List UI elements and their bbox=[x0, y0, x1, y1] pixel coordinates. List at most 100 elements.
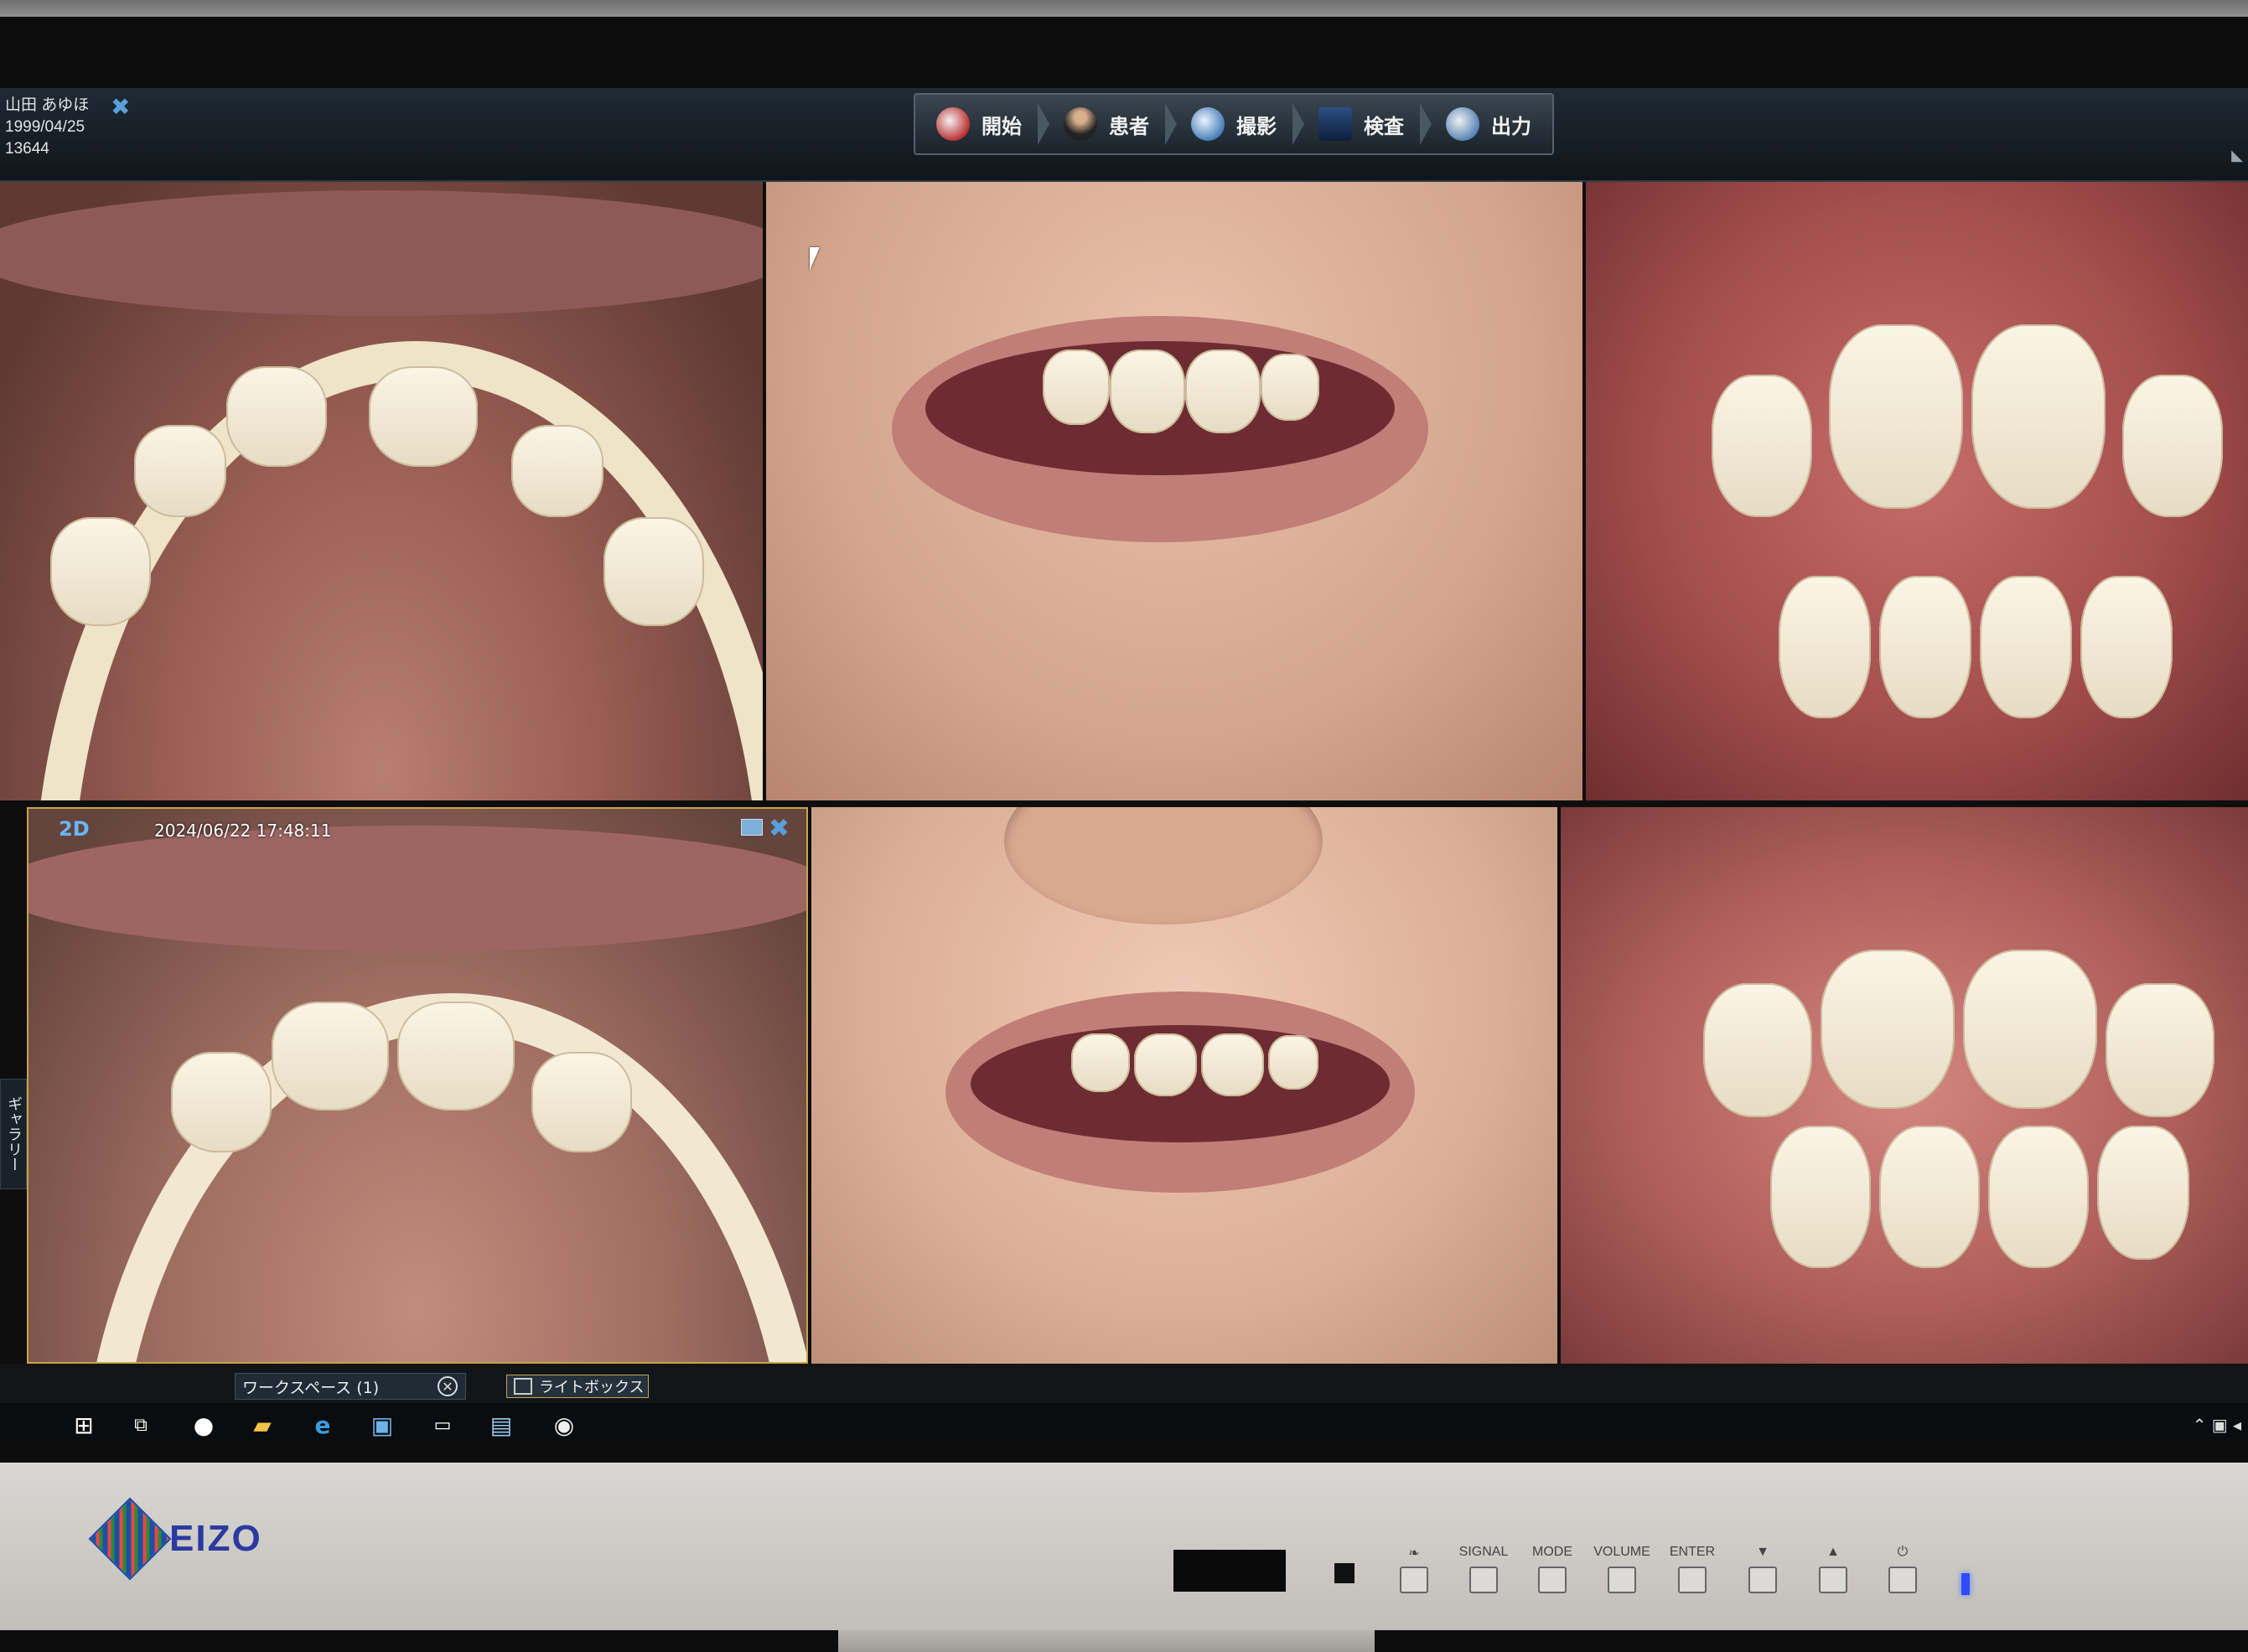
capture-timestamp: 2024/06/22 17:48:11 bbox=[154, 821, 332, 841]
tooth bbox=[1134, 1033, 1197, 1096]
tooth bbox=[1268, 1035, 1318, 1090]
system-tray-icon[interactable]: ⌃ ▣ ◂ bbox=[2193, 1415, 2241, 1435]
tooth bbox=[1980, 576, 2072, 718]
lightbox-icon bbox=[514, 1378, 532, 1395]
monitor-button[interactable] bbox=[1400, 1567, 1428, 1593]
power-led bbox=[1961, 1573, 1970, 1595]
tooth bbox=[511, 425, 603, 517]
tooth bbox=[2080, 576, 2173, 718]
tooth bbox=[1779, 576, 1871, 718]
monitor-button[interactable] bbox=[1888, 1567, 1917, 1593]
app-icon[interactable]: ● bbox=[189, 1410, 219, 1440]
workspace-tabs-bar: ワークスペース (1) ✕ ライトボックス bbox=[0, 1368, 2248, 1403]
tooth bbox=[603, 517, 704, 626]
close-tab-icon[interactable]: ✕ bbox=[438, 1376, 458, 1396]
nav-item-start[interactable]: 開始 bbox=[915, 95, 1049, 153]
tooth bbox=[1879, 576, 1971, 718]
tooth bbox=[1879, 1126, 1980, 1268]
tooth bbox=[1988, 1126, 2089, 1268]
tooth bbox=[226, 366, 327, 467]
restore-window-icon[interactable] bbox=[741, 819, 763, 836]
enter-button[interactable]: ENTER bbox=[1657, 1545, 1727, 1593]
mode-button[interactable]: MODE bbox=[1517, 1545, 1588, 1593]
tab-lightbox[interactable]: ライトボックス bbox=[506, 1375, 649, 1398]
tooth bbox=[2097, 1126, 2189, 1260]
mode-badge[interactable]: 2D bbox=[59, 817, 90, 841]
nav-item-output[interactable]: 出力 bbox=[1425, 95, 1552, 153]
power-button[interactable]: ⏻ bbox=[1867, 1545, 1938, 1593]
photo-face-smile-before[interactable] bbox=[766, 182, 1582, 800]
tooth bbox=[1963, 950, 2097, 1109]
terminal-icon[interactable]: ▭ bbox=[427, 1410, 458, 1440]
eco-icon: ❧ bbox=[1408, 1546, 1420, 1561]
exam-icon bbox=[1318, 107, 1352, 141]
tooth bbox=[1201, 1033, 1264, 1096]
photo-frontal-before[interactable] bbox=[1586, 182, 2248, 800]
photo-frontal-after[interactable] bbox=[1561, 807, 2248, 1364]
dental-app-icon[interactable]: ◉ bbox=[549, 1410, 579, 1440]
brand-name: EIZO bbox=[169, 1518, 262, 1559]
tooth bbox=[1071, 1033, 1130, 1092]
tab-workspace[interactable]: ワークスペース (1) bbox=[235, 1373, 466, 1400]
tooth bbox=[1110, 350, 1185, 433]
button-label: SIGNAL bbox=[1458, 1545, 1509, 1559]
down-button[interactable]: ▼ bbox=[1727, 1545, 1798, 1593]
monitor-button[interactable] bbox=[1608, 1567, 1636, 1593]
app-titlebar: 山田 あゆほ 1999/04/25 13644 ✖ 開始 患者 撮影 検査 出力… bbox=[0, 88, 2248, 182]
tooth bbox=[50, 517, 151, 626]
monitor-button[interactable] bbox=[1538, 1567, 1567, 1593]
monitor-button[interactable] bbox=[1819, 1567, 1847, 1593]
nav-item-label: 検査 bbox=[1364, 114, 1404, 138]
photo-occlusal-before[interactable] bbox=[0, 182, 763, 800]
eco-button[interactable]: ❧ bbox=[1379, 1545, 1449, 1593]
button-label: ENTER bbox=[1669, 1545, 1716, 1559]
screen: 山田 あゆほ 1999/04/25 13644 ✖ 開始 患者 撮影 検査 出力… bbox=[0, 88, 2248, 1446]
photo-occlusal-after[interactable]: 2D 2024/06/22 17:48:11 ✖ bbox=[27, 807, 808, 1364]
gallery-side-tab[interactable]: ギャラリー bbox=[0, 1079, 27, 1189]
imaging-app-icon[interactable]: ▤ bbox=[486, 1410, 516, 1440]
tooth bbox=[134, 425, 226, 517]
home-icon bbox=[936, 107, 970, 141]
monitor-button[interactable] bbox=[1678, 1567, 1707, 1593]
monitor-button[interactable] bbox=[1469, 1567, 1498, 1593]
workflow-nav: 開始 患者 撮影 検査 出力 bbox=[914, 93, 1554, 155]
monitor-lower-bezel: EIZO ❧ SIGNAL MODE VOLUME ENTER ▼ ▲ ⏻ bbox=[0, 1463, 2248, 1630]
up-button[interactable]: ▲ bbox=[1798, 1545, 1868, 1593]
tab-lightbox-label: ライトボックス bbox=[539, 1379, 645, 1396]
upper-lip bbox=[0, 190, 763, 316]
network-app-icon[interactable]: ▣ bbox=[367, 1410, 397, 1440]
monitor-button[interactable] bbox=[1748, 1567, 1777, 1593]
nav-item-exam[interactable]: 検査 bbox=[1298, 95, 1432, 153]
tooth bbox=[1770, 1126, 1871, 1268]
tooth bbox=[2106, 983, 2214, 1117]
button-label: ▼ bbox=[1756, 1545, 1769, 1559]
monitor-stand bbox=[838, 1630, 1375, 1652]
internet-explorer-icon[interactable]: e bbox=[308, 1410, 338, 1440]
close-patient-icon[interactable]: ✖ bbox=[111, 96, 132, 119]
nav-item-label: 出力 bbox=[1491, 114, 1531, 138]
tooth bbox=[1971, 324, 2106, 509]
patient-id: 13644 bbox=[5, 140, 49, 158]
photo-face-smile-after[interactable] bbox=[811, 807, 1557, 1364]
close-icon[interactable]: ✖ bbox=[769, 814, 790, 843]
tooth bbox=[171, 1052, 272, 1152]
patient-info: 山田 あゆほ 1999/04/25 13644 bbox=[5, 95, 89, 160]
capture-icon bbox=[1191, 107, 1225, 141]
task-view-icon[interactable]: ⧉ bbox=[126, 1410, 156, 1440]
nav-item-capture[interactable]: 撮影 bbox=[1170, 95, 1304, 153]
signal-button[interactable]: SIGNAL bbox=[1448, 1545, 1519, 1593]
image-grid: 2D 2024/06/22 17:48:11 ✖ ギャラリー bbox=[0, 182, 2248, 1364]
brand-logo: EIZO bbox=[88, 1497, 262, 1581]
tooth bbox=[397, 1002, 515, 1111]
ambient-sensor bbox=[1173, 1550, 1286, 1592]
file-explorer-icon[interactable]: ▰ bbox=[247, 1410, 277, 1440]
windows-start-icon[interactable]: ⊞ bbox=[69, 1410, 99, 1440]
patient-name: 山田 あゆほ bbox=[5, 96, 90, 114]
volume-button[interactable]: VOLUME bbox=[1587, 1545, 1657, 1593]
presence-sensor bbox=[1334, 1563, 1354, 1583]
corner-resize-icon[interactable]: ◣ bbox=[2231, 147, 2243, 164]
tooth bbox=[1829, 324, 1963, 509]
tooth bbox=[1185, 350, 1261, 433]
nav-item-patient[interactable]: 患者 bbox=[1043, 95, 1177, 153]
button-label: VOLUME bbox=[1593, 1545, 1650, 1559]
